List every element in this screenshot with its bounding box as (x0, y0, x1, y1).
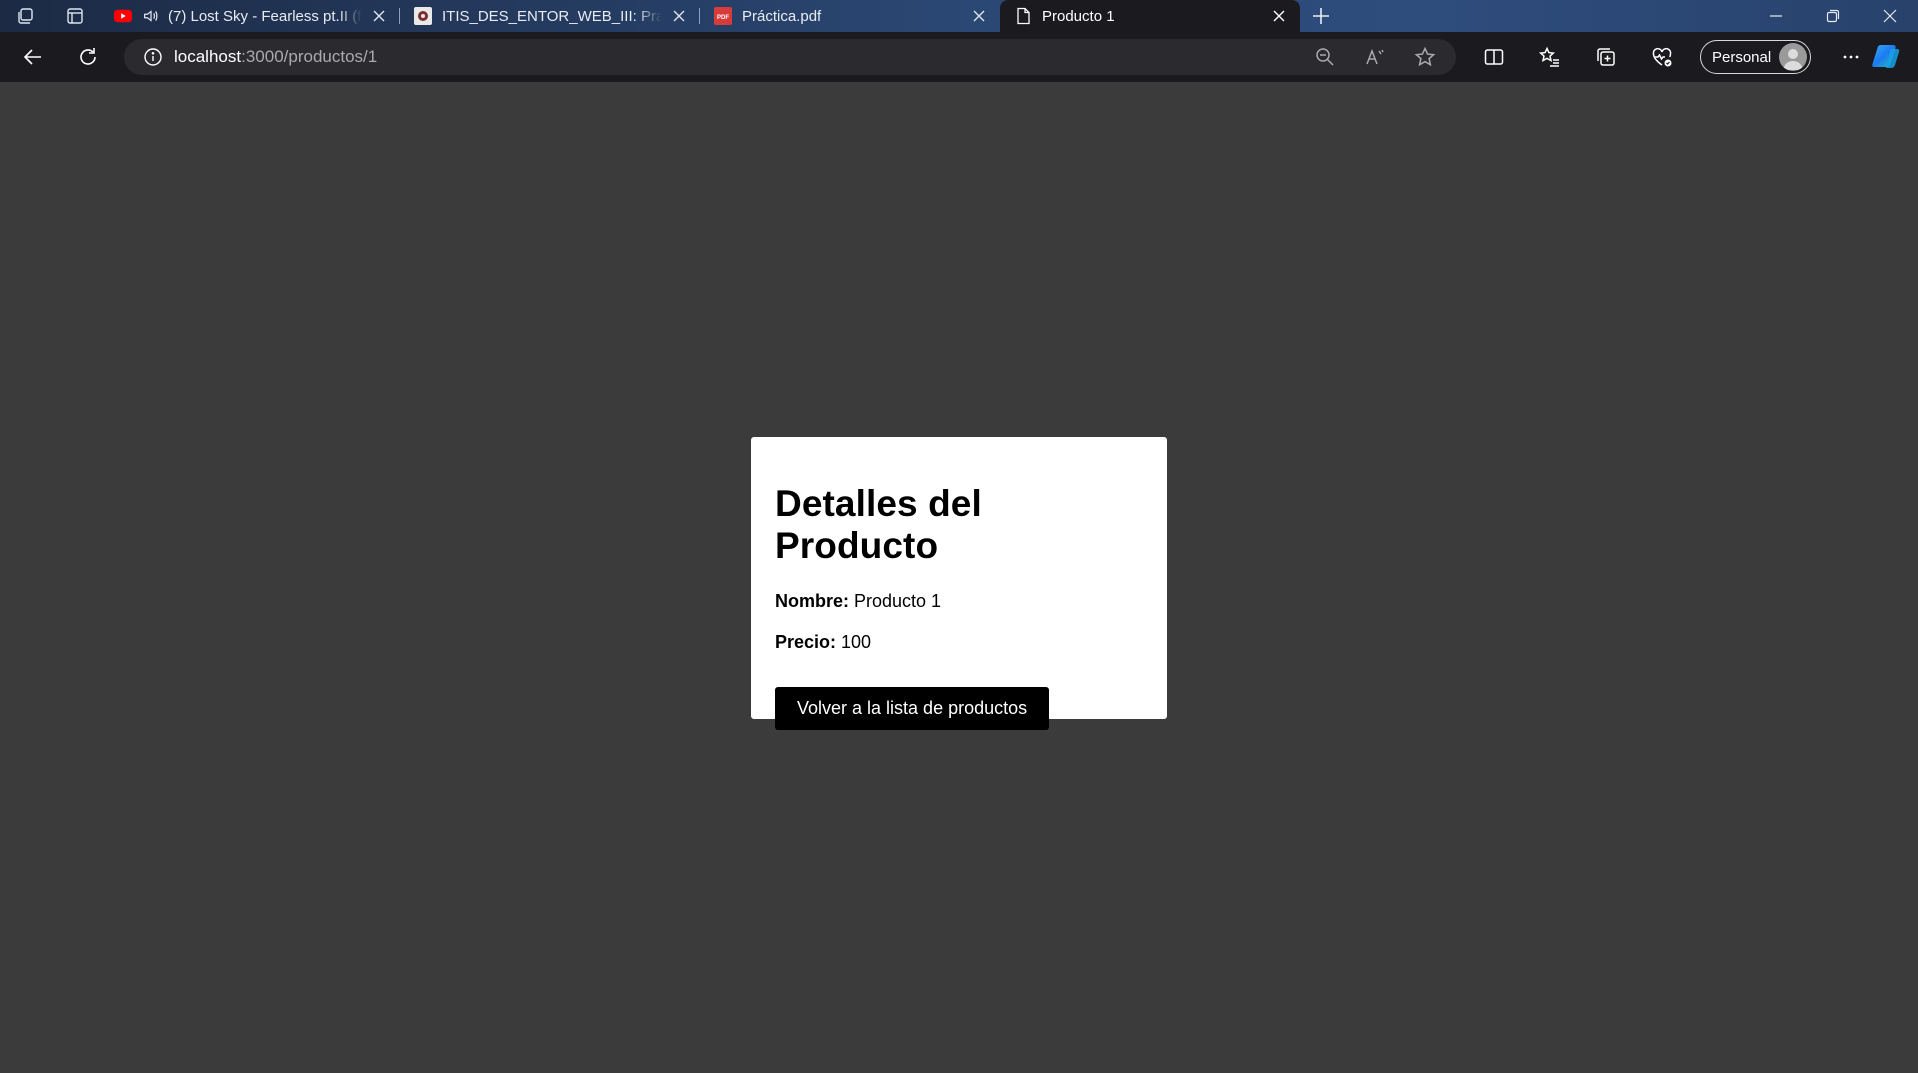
profile-button[interactable]: Personal (1700, 40, 1812, 74)
tab-title: Producto 1 (1042, 7, 1115, 25)
close-tab-icon[interactable] (1268, 5, 1290, 27)
browser-toolbar: localhost:3000/productos/1 Personal (0, 32, 1918, 82)
product-name-value: Producto 1 (854, 591, 942, 611)
tab-producto-active[interactable]: Producto 1 (1000, 0, 1300, 32)
tab-strip: (7) Lost Sky - Fearless pt.II (f ITIS_DE… (0, 0, 1918, 32)
read-aloud-button[interactable] (1350, 39, 1400, 75)
page-viewport: Detalles del Producto Nombre: Producto 1… (0, 82, 1918, 1073)
plus-icon (1313, 8, 1329, 24)
refresh-button[interactable] (66, 39, 110, 75)
minimize-icon (1769, 15, 1782, 17)
profile-label: Personal (1712, 48, 1772, 66)
back-button[interactable] (11, 39, 55, 75)
toolbar-right: Personal (1466, 39, 1879, 75)
product-price-label: Precio: (775, 632, 842, 652)
product-price-value: 100 (841, 632, 872, 652)
restore-icon (1826, 9, 1839, 23)
favorites-list-icon (1539, 46, 1559, 67)
product-name-row: Nombre: Producto 1 (775, 591, 1143, 612)
pdf-icon: PDF (714, 7, 732, 25)
url-host: localhost (174, 47, 242, 66)
close-tab-icon[interactable] (368, 5, 390, 27)
product-details-card: Detalles del Producto Nombre: Producto 1… (751, 437, 1167, 730)
collections-button[interactable] (1578, 39, 1634, 75)
site-info-icon[interactable] (132, 47, 174, 67)
tab-youtube[interactable]: (7) Lost Sky - Fearless pt.II (f (100, 0, 400, 32)
tab-title: ITIS_DES_ENTOR_WEB_III: Practic (442, 7, 662, 25)
page-title: Detalles del Producto (775, 483, 982, 566)
speaker-icon[interactable] (142, 7, 160, 25)
window-controls (1747, 0, 1918, 32)
collections-icon (1597, 48, 1615, 66)
close-window-button[interactable] (1861, 0, 1918, 32)
restore-button[interactable] (1804, 0, 1861, 32)
address-bar[interactable]: localhost:3000/productos/1 (124, 39, 1456, 75)
workspaces-icon (18, 8, 33, 24)
split-screen-icon (1484, 49, 1504, 65)
favorites-button[interactable] (1522, 39, 1578, 75)
tab-itis[interactable]: ITIS_DES_ENTOR_WEB_III: Practic (400, 0, 700, 32)
tab-title: Práctica.pdf (742, 7, 822, 25)
favorite-button[interactable] (1400, 39, 1450, 75)
close-icon (1883, 9, 1896, 23)
tab-actions-icon (67, 8, 83, 24)
split-screen-button[interactable] (1466, 39, 1522, 75)
svg-text:PDF: PDF (717, 15, 729, 21)
zoom-button[interactable] (1300, 39, 1350, 75)
site-icon (414, 7, 432, 25)
page-icon (1014, 7, 1032, 25)
read-aloud-icon (1366, 48, 1384, 65)
arrow-left-icon (23, 49, 41, 65)
workspaces-button[interactable] (0, 0, 50, 32)
tab-actions-button[interactable] (50, 0, 100, 32)
heart-pulse-icon (1652, 47, 1672, 67)
back-to-list-button[interactable]: Volver a la lista de productos (775, 687, 1050, 730)
refresh-icon (80, 48, 96, 65)
product-name-label: Nombre: (775, 591, 855, 611)
copilot-icon (1872, 45, 1900, 68)
tab-pdf[interactable]: PDF Práctica.pdf (700, 0, 1000, 32)
youtube-icon (114, 7, 132, 25)
close-tab-icon[interactable] (968, 5, 990, 27)
url-text[interactable]: localhost:3000/productos/1 (174, 47, 377, 67)
url-path: :3000/productos/1 (241, 47, 378, 66)
copilot-button[interactable] (1866, 39, 1906, 75)
ellipsis-icon (1843, 55, 1859, 59)
product-price-row: Precio: 100 (775, 632, 1143, 653)
avatar (1779, 43, 1808, 71)
star-icon (1414, 46, 1436, 67)
new-tab-button[interactable] (1300, 0, 1342, 32)
minimize-button[interactable] (1747, 0, 1804, 32)
browser-essentials-button[interactable] (1634, 39, 1690, 75)
zoom-out-icon (1316, 48, 1334, 66)
tab-title: (7) Lost Sky - Fearless pt.II (f (168, 7, 362, 25)
close-tab-icon[interactable] (668, 5, 690, 27)
